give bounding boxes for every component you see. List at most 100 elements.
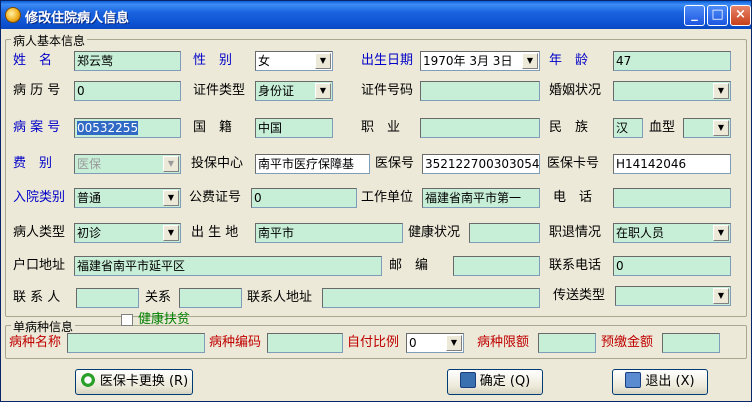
limit-field[interactable]: [538, 333, 596, 353]
address-field[interactable]: 福建省南平市延平区: [74, 256, 382, 276]
confirm-icon: [459, 372, 476, 388]
marital-label: 婚姻状况: [549, 83, 602, 98]
birthplace-field[interactable]: 南平市: [255, 223, 403, 243]
card-label: 医保卡号: [547, 156, 600, 171]
work-field[interactable]: 福建省南平市第一: [422, 188, 540, 208]
sex-label: 性 别: [193, 53, 233, 68]
exit-button[interactable]: 退出 (X): [612, 369, 708, 395]
zip-field[interactable]: [453, 256, 540, 276]
name-field[interactable]: 郑云莺: [74, 51, 181, 71]
age-field[interactable]: 47: [613, 51, 731, 71]
case-field[interactable]: 00532255: [74, 118, 181, 138]
zip-label: 邮 编: [389, 258, 429, 273]
contact-phone-label: 联系电话: [549, 258, 602, 273]
card-field[interactable]: H14142046: [613, 154, 731, 174]
birth-value: 1970年 3月 3日: [423, 54, 513, 68]
record-field[interactable]: 0: [74, 81, 181, 101]
exit-label: 退出 (X): [645, 374, 695, 389]
admit-label: 入院类别: [13, 190, 66, 205]
work-label: 工作单位: [361, 190, 414, 205]
case-value: 00532255: [77, 121, 139, 135]
age-label: 年 龄: [549, 53, 589, 68]
admit-value: 普通: [77, 191, 102, 205]
sex-select[interactable]: 女 ▼: [255, 51, 333, 71]
health-aid-label: 健康扶贫: [138, 312, 191, 327]
chevron-down-icon[interactable]: ▼: [713, 120, 729, 136]
nation-field[interactable]: 中国: [255, 118, 333, 138]
contact-phone-field[interactable]: 0: [613, 256, 731, 276]
idno-label: 证件号码: [361, 83, 414, 98]
job-field[interactable]: [420, 118, 540, 138]
job-label: 职 业: [361, 120, 401, 135]
admit-select[interactable]: 普通 ▼: [74, 188, 181, 208]
contact-field[interactable]: [76, 288, 139, 308]
idtype-value: 身份证: [258, 84, 295, 98]
change-card-button[interactable]: 医保卡更换 (R): [75, 369, 193, 395]
sex-value: 女: [258, 54, 271, 68]
idtype-select[interactable]: 身份证 ▼: [255, 81, 333, 101]
retire-value: 在职人员: [616, 226, 665, 240]
dcode-label: 病种编码: [209, 335, 262, 350]
contact-label: 联 系 人: [13, 290, 61, 305]
dname-field[interactable]: [67, 333, 205, 353]
insno-label: 医保号: [375, 156, 415, 171]
birth-label: 出生日期: [361, 53, 414, 68]
marital-select[interactable]: ▼: [613, 81, 731, 101]
window-title: 修改住院病人信息: [25, 11, 130, 26]
idtype-label: 证件类型: [193, 83, 246, 98]
insno-field[interactable]: 352122700303054: [422, 154, 540, 174]
relation-field[interactable]: [179, 288, 242, 308]
deposit-field[interactable]: [662, 333, 720, 353]
chevron-down-icon[interactable]: ▼: [315, 83, 331, 99]
idno-field[interactable]: [420, 81, 540, 101]
ethnic-field[interactable]: 汉: [613, 118, 643, 138]
change-card-label: 医保卡更换 (R): [99, 374, 189, 389]
blood-select[interactable]: ▼: [683, 118, 731, 138]
ok-button[interactable]: 确定 (Q): [447, 369, 543, 395]
ethnic-label: 民 族: [549, 120, 589, 135]
phone-field[interactable]: [613, 188, 731, 208]
ratio-select[interactable]: 0 ▼: [406, 333, 464, 353]
retire-label: 职退情况: [549, 225, 602, 240]
health-label: 健康状况: [408, 225, 461, 240]
maximize-button[interactable]: □: [707, 5, 728, 26]
exit-icon: [625, 372, 642, 388]
health-aid-checkbox[interactable]: [121, 314, 133, 326]
dcode-field[interactable]: [267, 333, 343, 353]
chevron-down-icon[interactable]: ▼: [163, 190, 179, 206]
birth-datepicker[interactable]: 1970年 3月 3日 ▼: [420, 51, 540, 71]
case-label: 病 案 号: [13, 120, 61, 135]
retire-select[interactable]: 在职人员 ▼: [613, 223, 731, 243]
contact-addr-field[interactable]: [322, 288, 540, 308]
blood-label: 血型: [649, 120, 676, 135]
nation-label: 国 籍: [193, 120, 233, 135]
contact-addr-label: 联系人地址: [247, 290, 313, 305]
ratio-value: 0: [409, 336, 417, 350]
public-field[interactable]: 0: [251, 188, 357, 208]
fee-label: 费 别: [13, 156, 53, 171]
patient-edit-window: 修改住院病人信息 _ □ × 病人基本信息 姓 名 郑云莺 性 别 女 ▼ 出生日…: [0, 0, 752, 402]
fee-value: 医保: [77, 157, 102, 171]
ptype-label: 病人类型: [13, 225, 66, 240]
chevron-down-icon[interactable]: ▼: [713, 83, 729, 99]
health-field[interactable]: [469, 223, 540, 243]
relation-label: 关系: [145, 290, 172, 305]
insurer-field[interactable]: 南平市医疗保障基: [255, 154, 370, 174]
deposit-label: 预缴金额: [601, 335, 654, 350]
chevron-down-icon[interactable]: ▼: [163, 156, 179, 172]
chevron-down-icon[interactable]: ▼: [315, 53, 331, 69]
ptype-select[interactable]: 初诊 ▼: [74, 223, 181, 243]
refresh-icon: [79, 372, 96, 388]
chevron-down-icon[interactable]: ▼: [446, 335, 462, 351]
chevron-down-icon[interactable]: ▼: [163, 225, 179, 241]
fee-select[interactable]: 医保 ▼: [74, 154, 181, 174]
chevron-down-icon[interactable]: ▼: [713, 225, 729, 241]
send-label: 传送类型: [553, 288, 606, 303]
close-button[interactable]: ×: [730, 5, 751, 26]
send-select[interactable]: ▼: [615, 286, 731, 306]
title-bar[interactable]: 修改住院病人信息 _ □ ×: [1, 1, 751, 29]
chevron-down-icon[interactable]: ▼: [522, 53, 538, 69]
chevron-down-icon[interactable]: ▼: [713, 288, 729, 304]
minimize-button[interactable]: _: [684, 5, 705, 26]
ratio-label: 自付比例: [347, 335, 400, 350]
